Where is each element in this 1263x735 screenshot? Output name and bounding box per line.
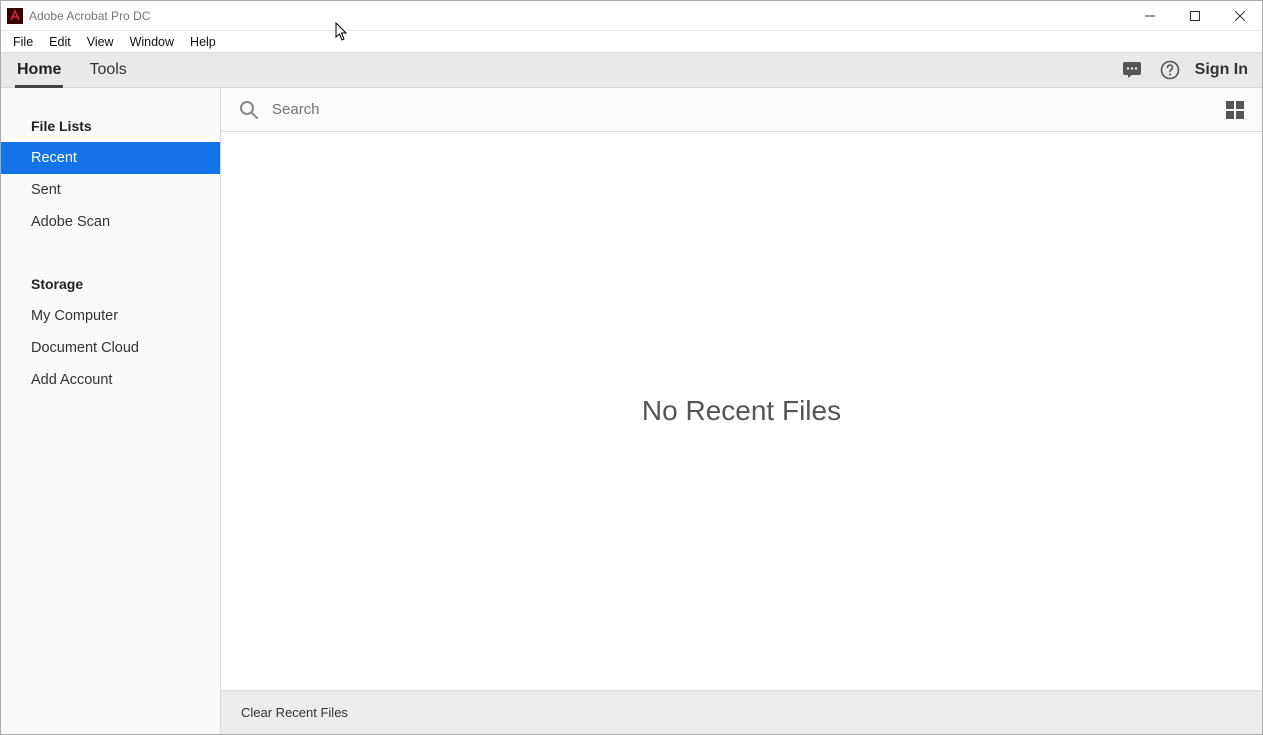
searchbar (221, 88, 1262, 132)
acrobat-app-icon (7, 8, 23, 24)
file-list-area: No Recent Files (221, 132, 1262, 690)
sidebar-header-file-lists: File Lists (1, 108, 220, 142)
sidebar-item-document-cloud[interactable]: Document Cloud (1, 332, 220, 364)
sidebar-item-sent[interactable]: Sent (1, 174, 220, 206)
sidebar-item-add-account[interactable]: Add Account (1, 364, 220, 396)
close-button[interactable] (1217, 1, 1262, 31)
menubar: File Edit View Window Help (1, 31, 1262, 52)
main-panel: No Recent Files Clear Recent Files (221, 88, 1262, 734)
content-area: File Lists Recent Sent Adobe Scan Storag… (1, 88, 1262, 734)
menu-view[interactable]: View (79, 33, 122, 51)
window-title: Adobe Acrobat Pro DC (29, 9, 150, 23)
maximize-button[interactable] (1172, 1, 1217, 31)
menu-window[interactable]: Window (122, 33, 182, 51)
search-input[interactable] (272, 101, 1226, 118)
sidebar-item-recent[interactable]: Recent (1, 142, 220, 174)
window-controls (1127, 1, 1262, 31)
help-icon[interactable] (1157, 57, 1183, 83)
minimize-button[interactable] (1127, 1, 1172, 31)
sign-in-link[interactable]: Sign In (1195, 61, 1248, 79)
tab-home[interactable]: Home (15, 52, 63, 88)
tabbar: Home Tools Sign In (1, 52, 1262, 88)
search-icon (239, 100, 258, 119)
sidebar-header-storage: Storage (1, 266, 220, 300)
menu-edit[interactable]: Edit (41, 33, 79, 51)
sidebar-item-adobe-scan[interactable]: Adobe Scan (1, 206, 220, 238)
tab-tools[interactable]: Tools (87, 52, 128, 88)
sidebar-item-my-computer[interactable]: My Computer (1, 300, 220, 332)
titlebar: Adobe Acrobat Pro DC (1, 1, 1262, 31)
menu-help[interactable]: Help (182, 33, 224, 51)
footer-bar: Clear Recent Files (221, 690, 1262, 734)
empty-state-message: No Recent Files (642, 395, 841, 427)
menu-file[interactable]: File (5, 33, 41, 51)
grid-view-icon[interactable] (1226, 101, 1244, 119)
clear-recent-files-link[interactable]: Clear Recent Files (241, 705, 348, 720)
sidebar: File Lists Recent Sent Adobe Scan Storag… (1, 88, 221, 734)
notifications-icon[interactable] (1119, 57, 1145, 83)
